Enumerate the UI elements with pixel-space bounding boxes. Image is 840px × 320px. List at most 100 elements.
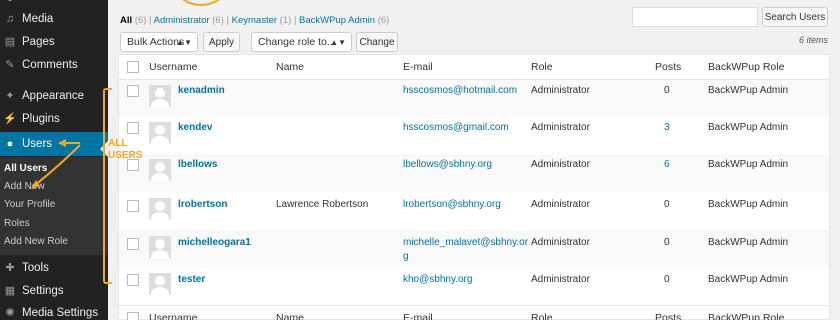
filter-backwpup-admin[interactable]: BackWPup Admin xyxy=(299,15,375,26)
filter-administrator[interactable]: Administrator xyxy=(154,15,210,26)
change-role-select[interactable]: Change role to... ▲▼ xyxy=(251,32,352,52)
settings-icon: ▦ xyxy=(4,285,16,297)
avatar xyxy=(149,85,171,107)
change-role-value: Change role to... xyxy=(258,36,336,48)
filter-separator: | xyxy=(149,15,152,26)
column-footer-email[interactable]: E-mail xyxy=(403,312,433,320)
filter-keymaster[interactable]: Keymaster xyxy=(232,15,277,26)
avatar xyxy=(149,198,171,220)
submenu-your-profile[interactable]: Your Profile xyxy=(4,199,55,210)
items-count: 6 items xyxy=(798,35,828,45)
annotation-label-line2: USERS xyxy=(108,150,143,161)
email-link[interactable]: lbellows@sbhny.org xyxy=(403,159,492,170)
pages-icon: ▤ xyxy=(4,36,16,48)
posts-cell: 0 xyxy=(664,85,670,96)
column-header-posts[interactable]: Posts xyxy=(655,61,681,73)
username-link[interactable]: lbellows xyxy=(178,159,217,170)
row-checkbox[interactable] xyxy=(127,85,139,97)
avatar xyxy=(149,122,171,144)
username-link[interactable]: lrobertson xyxy=(178,199,227,210)
sidebar-item-pages[interactable]: ▤ Pages xyxy=(0,32,108,52)
filter-backwpup-admin-count: (6) xyxy=(377,15,390,26)
select-caret-icon: ▲▼ xyxy=(176,37,192,47)
sidebar-item-label: Appearance xyxy=(22,90,85,102)
table-row: kendev hsscosmos@gmail.com Administrator… xyxy=(119,117,829,154)
email-link[interactable]: kho@sbhny.org xyxy=(403,274,472,285)
bulk-actions-select[interactable]: Bulk Actions ▲▼ xyxy=(120,32,198,52)
column-footer-posts[interactable]: Posts xyxy=(655,312,681,320)
posts-cell: 0 xyxy=(664,237,670,248)
select-caret-icon: ▲▼ xyxy=(330,37,346,47)
plugins-icon: ⚡ xyxy=(3,113,17,125)
submenu-all-users[interactable]: All Users xyxy=(4,163,47,174)
role-cell: Administrator xyxy=(531,274,590,285)
sidebar-item-media[interactable]: ♫ Media xyxy=(0,9,108,29)
table-row: lrobertson Lawrence Robertson lrobertson… xyxy=(119,192,829,230)
column-header-email[interactable]: E-mail xyxy=(403,61,433,73)
sidebar-item-tools[interactable]: ✚ Tools xyxy=(0,258,108,278)
posts-link[interactable]: 6 xyxy=(664,159,670,170)
sidebar-item-users[interactable]: ● Users xyxy=(0,132,108,156)
row-checkbox[interactable] xyxy=(127,200,139,212)
column-header-backwpup-role: BackWPup Role xyxy=(708,61,785,73)
role-filter-links: All (6) | Administrator (6) | Keymaster … xyxy=(120,15,389,26)
table-row: kenadmin hsscosmos@hotmail.com Administr… xyxy=(119,80,829,117)
search-input[interactable] xyxy=(632,7,758,27)
backwpup-role-cell: BackWPup Admin xyxy=(708,274,789,285)
sidebar-item-label: Tools xyxy=(22,262,49,274)
column-footer-name[interactable]: Name xyxy=(276,312,304,320)
email-link-line2[interactable]: g xyxy=(403,251,409,262)
table-row: lbellows lbellows@sbhny.org Administrato… xyxy=(119,154,829,192)
table-footer-row: Username Name E-mail Role Posts BackWPup… xyxy=(119,306,829,320)
filter-all[interactable]: All xyxy=(120,15,132,26)
avatar xyxy=(149,273,171,295)
sidebar-item-label: Media xyxy=(22,13,54,25)
table-row: michelleogara1 michelle_malavet@sbhny.or… xyxy=(119,230,829,267)
avatar xyxy=(149,159,171,181)
email-link[interactable]: hsscosmos@hotmail.com xyxy=(403,85,517,96)
filter-separator: | xyxy=(293,15,297,26)
media-icon: ♫ xyxy=(5,13,15,25)
apply-button[interactable]: Apply xyxy=(203,32,240,52)
row-checkbox[interactable] xyxy=(127,122,139,134)
role-cell: Administrator xyxy=(531,159,590,170)
sidebar-item-plugins[interactable]: ⚡ Plugins xyxy=(0,109,108,129)
sidebar-item-media-settings[interactable]: ✺ Media Settings xyxy=(0,303,108,320)
username-link[interactable]: michelleogara1 xyxy=(178,237,251,248)
change-button[interactable]: Change xyxy=(356,32,398,52)
column-footer-role: Role xyxy=(531,312,553,320)
sidebar-item-comments[interactable]: ✎ Comments xyxy=(0,55,108,75)
column-header-name[interactable]: Name xyxy=(276,61,304,73)
filter-separator: | xyxy=(226,15,229,26)
sidebar-item-settings[interactable]: ▦ Settings xyxy=(0,281,108,301)
table-header-row: Username Name E-mail Role Posts BackWPup… xyxy=(119,55,829,79)
select-all-checkbox[interactable] xyxy=(127,61,139,73)
posts-link[interactable]: 3 xyxy=(664,122,670,133)
sidebar-item-label: Users xyxy=(22,138,53,150)
email-link[interactable]: lrobertson@sbhny.org xyxy=(403,199,501,210)
select-all-checkbox-footer[interactable] xyxy=(127,312,139,320)
avatar xyxy=(149,236,171,258)
email-link[interactable]: hsscosmos@gmail.com xyxy=(403,122,509,133)
username-link[interactable]: kendev xyxy=(178,122,212,133)
role-cell: Administrator xyxy=(531,85,590,96)
posts-cell: 0 xyxy=(664,274,670,285)
sidebar-item-prev[interactable]: ▪ xyxy=(0,0,108,7)
username-link[interactable]: kenadmin xyxy=(178,85,225,96)
email-link-line1[interactable]: michelle_malavet@sbhny.or xyxy=(403,237,528,248)
row-checkbox[interactable] xyxy=(127,238,139,250)
sidebar-item-label: Media Settings xyxy=(22,307,99,319)
submenu-add-new-role[interactable]: Add New Role xyxy=(4,236,68,247)
row-checkbox[interactable] xyxy=(127,274,139,286)
sidebar-item-label: Plugins xyxy=(22,113,60,125)
comments-icon: ✎ xyxy=(5,59,15,71)
search-users-button[interactable]: Search Users xyxy=(762,7,828,27)
submenu-add-new[interactable]: Add New xyxy=(4,181,45,192)
submenu-roles[interactable]: Roles xyxy=(4,218,30,229)
username-link[interactable]: tester xyxy=(178,274,205,285)
column-header-username[interactable]: Username xyxy=(149,61,197,73)
column-footer-username[interactable]: Username xyxy=(149,312,197,320)
sidebar-item-appearance[interactable]: ✦ Appearance xyxy=(0,86,108,106)
backwpup-role-cell: BackWPup Admin xyxy=(708,199,789,210)
gear-icon: ✺ xyxy=(5,307,15,319)
